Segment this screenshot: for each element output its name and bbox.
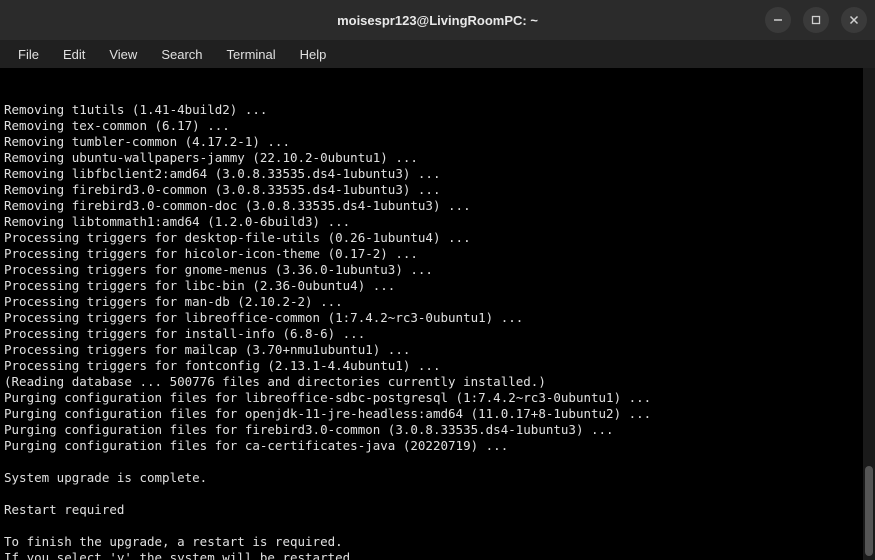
close-button[interactable]	[841, 7, 867, 33]
terminal-line: Removing firebird3.0-common (3.0.8.33535…	[4, 182, 871, 198]
terminal-line: If you select 'y' the system will be res…	[4, 550, 871, 560]
scrollbar-thumb[interactable]	[865, 466, 873, 556]
scrollbar-track[interactable]	[863, 68, 875, 560]
minimize-button[interactable]	[765, 7, 791, 33]
terminal-output: Removing t1utils (1.41-4build2) ...Remov…	[4, 102, 871, 560]
menu-edit[interactable]: Edit	[53, 44, 95, 65]
terminal-line: Processing triggers for fontconfig (2.13…	[4, 358, 871, 374]
menu-search[interactable]: Search	[151, 44, 212, 65]
menu-terminal[interactable]: Terminal	[217, 44, 286, 65]
terminal-line: Processing triggers for libc-bin (2.36-0…	[4, 278, 871, 294]
close-icon	[848, 14, 860, 26]
menu-file[interactable]: File	[8, 44, 49, 65]
menu-help[interactable]: Help	[290, 44, 337, 65]
terminal-line: Removing libtommath1:amd64 (1.2.0-6build…	[4, 214, 871, 230]
terminal-line: To finish the upgrade, a restart is requ…	[4, 534, 871, 550]
terminal-line: Purging configuration files for openjdk-…	[4, 406, 871, 422]
terminal-line: Purging configuration files for firebird…	[4, 422, 871, 438]
terminal-line: Removing ubuntu-wallpapers-jammy (22.10.…	[4, 150, 871, 166]
minimize-icon	[772, 14, 784, 26]
window-controls	[765, 7, 867, 33]
menubar: File Edit View Search Terminal Help	[0, 40, 875, 68]
terminal-line: Removing tex-common (6.17) ...	[4, 118, 871, 134]
titlebar: moisespr123@LivingRoomPC: ~	[0, 0, 875, 40]
terminal-content[interactable]: Removing t1utils (1.41-4build2) ...Remov…	[0, 68, 875, 560]
terminal-line	[4, 518, 871, 534]
maximize-icon	[810, 14, 822, 26]
terminal-line: Processing triggers for hicolor-icon-the…	[4, 246, 871, 262]
terminal-line: Removing t1utils (1.41-4build2) ...	[4, 102, 871, 118]
terminal-line: Removing firebird3.0-common-doc (3.0.8.3…	[4, 198, 871, 214]
menu-view[interactable]: View	[99, 44, 147, 65]
terminal-line: Purging configuration files for libreoff…	[4, 390, 871, 406]
terminal-line: Restart required	[4, 502, 871, 518]
terminal-line: Processing triggers for gnome-menus (3.3…	[4, 262, 871, 278]
window-title: moisespr123@LivingRoomPC: ~	[337, 13, 538, 28]
terminal-line: Processing triggers for mailcap (3.70+nm…	[4, 342, 871, 358]
terminal-line: Removing libfbclient2:amd64 (3.0.8.33535…	[4, 166, 871, 182]
terminal-line: Processing triggers for install-info (6.…	[4, 326, 871, 342]
terminal-line: Purging configuration files for ca-certi…	[4, 438, 871, 454]
terminal-line: (Reading database ... 500776 files and d…	[4, 374, 871, 390]
terminal-line	[4, 486, 871, 502]
terminal-line: Removing tumbler-common (4.17.2-1) ...	[4, 134, 871, 150]
terminal-line: Processing triggers for libreoffice-comm…	[4, 310, 871, 326]
terminal-line: System upgrade is complete.	[4, 470, 871, 486]
terminal-line: Processing triggers for desktop-file-uti…	[4, 230, 871, 246]
maximize-button[interactable]	[803, 7, 829, 33]
terminal-line	[4, 454, 871, 470]
terminal-line: Processing triggers for man-db (2.10.2-2…	[4, 294, 871, 310]
